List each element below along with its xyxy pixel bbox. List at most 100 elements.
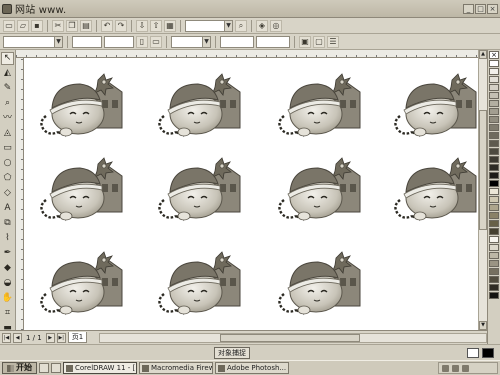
knife-tool-icon[interactable]: ✎ (1, 82, 14, 95)
scroll-down-icon[interactable]: ▼ (479, 321, 487, 330)
palette-swatch[interactable] (489, 284, 499, 291)
current-page-icon[interactable]: ▢ (313, 35, 325, 48)
palette-swatch[interactable] (489, 260, 499, 267)
scroll-thumb[interactable] (220, 333, 361, 342)
nudge-offset-field[interactable] (220, 35, 254, 48)
horizontal-scrollbar[interactable] (99, 332, 487, 343)
save-icon[interactable]: ▪ (31, 19, 43, 32)
maximize-icon[interactable]: □ (475, 3, 486, 14)
santa-hat-character[interactable] (154, 154, 250, 226)
start-button[interactable]: 开始 (2, 362, 37, 374)
zoom-level-combo[interactable]: ▼ (185, 19, 233, 32)
network-icon[interactable] (452, 364, 459, 372)
santa-hat-character[interactable] (274, 70, 370, 142)
santa-hat-character[interactable] (390, 70, 486, 142)
taskbar-task-photoshop[interactable]: Adobe Photosh... (215, 362, 289, 374)
vertical-scrollbar[interactable]: ▲ ▼ (478, 50, 487, 330)
palette-swatch[interactable] (489, 172, 499, 179)
all-pages-icon[interactable]: ▣ (299, 35, 311, 48)
palette-swatch[interactable] (489, 124, 499, 131)
interactive-fill-tool-icon[interactable]: ◒ (1, 277, 14, 290)
palette-swatch[interactable] (489, 220, 499, 227)
palette-swatch[interactable] (489, 76, 499, 83)
shape-tool-icon[interactable]: ◭ (1, 67, 14, 80)
interactive-blend-tool-icon[interactable]: ⧉ (1, 217, 14, 230)
fill-swatch[interactable] (467, 347, 479, 358)
page-tab[interactable]: 页1 (67, 332, 88, 343)
rectangle-tool-icon[interactable]: ▭ (1, 142, 14, 155)
hand-tool-icon[interactable]: ✋ (1, 292, 14, 305)
pick-tool-icon[interactable]: ↖ (1, 52, 14, 65)
last-page-icon[interactable]: ▶| (56, 332, 66, 343)
palette-swatch[interactable] (489, 244, 499, 251)
santa-hat-character[interactable] (154, 248, 250, 320)
page-width-field[interactable] (72, 35, 102, 48)
palette-swatch[interactable] (489, 180, 499, 187)
landscape-icon[interactable]: ▭ (150, 35, 162, 48)
open-folder-icon[interactable]: ▱ (17, 19, 29, 32)
palette-swatch[interactable] (489, 108, 499, 115)
palette-swatch[interactable] (489, 84, 499, 91)
input-method-icon[interactable] (462, 364, 469, 372)
drawing-canvas[interactable] (24, 58, 478, 330)
palette-swatch[interactable] (489, 164, 499, 171)
zoom-icon[interactable]: ⌕ (235, 19, 247, 32)
palette-swatch[interactable] (489, 252, 499, 259)
text-tool-icon[interactable]: A (1, 202, 14, 215)
palette-swatch[interactable] (489, 116, 499, 123)
first-page-icon[interactable]: |◀ (2, 332, 11, 343)
previous-page-icon[interactable]: ◀ (13, 332, 22, 343)
outline-tool-icon[interactable]: ✒ (1, 247, 14, 260)
page-height-field[interactable] (104, 35, 134, 48)
palette-swatch[interactable] (489, 68, 499, 75)
palette-swatch[interactable] (489, 236, 499, 243)
undo-icon[interactable]: ↶ (101, 19, 113, 32)
new-document-icon[interactable]: ▭ (3, 19, 15, 32)
duplicate-offset-field[interactable] (256, 35, 290, 48)
palette-swatch[interactable] (489, 204, 499, 211)
freehand-tool-icon[interactable]: 〰 (1, 112, 14, 125)
palette-swatch[interactable] (489, 100, 499, 107)
scroll-up-icon[interactable]: ▲ (479, 50, 487, 59)
palette-swatch[interactable] (489, 140, 499, 147)
next-page-icon[interactable]: ▶ (45, 332, 55, 343)
paper-type-combo[interactable]: ▼ (3, 35, 63, 48)
taskbar-task-fireworks[interactable]: Macromedia Firew... (139, 362, 213, 374)
minimize-icon[interactable]: _ (463, 3, 474, 14)
redo-icon[interactable]: ↷ (115, 19, 127, 32)
snap-objects-button[interactable]: 对象捕捉 (214, 346, 250, 359)
quick-launch-browser-icon[interactable] (51, 363, 61, 373)
portrait-icon[interactable]: ▯ (136, 35, 148, 48)
basic-shapes-tool-icon[interactable]: ◇ (1, 187, 14, 200)
scroll-thumb[interactable] (479, 110, 487, 230)
palette-swatch[interactable] (489, 268, 499, 275)
close-icon[interactable]: × (487, 3, 498, 14)
palette-swatch[interactable] (489, 188, 499, 195)
santa-hat-character[interactable] (36, 70, 132, 142)
palette-swatch[interactable] (489, 212, 499, 219)
zoom-tool-icon[interactable]: ⌕ (1, 97, 14, 110)
santa-hat-character[interactable] (154, 70, 250, 142)
santa-hat-character[interactable] (36, 248, 132, 320)
palette-swatch[interactable] (489, 276, 499, 283)
santa-hat-character[interactable] (390, 154, 486, 226)
palette-swatch[interactable] (489, 292, 499, 299)
no-color-swatch[interactable]: × (489, 51, 499, 59)
horizontal-ruler[interactable] (16, 50, 478, 58)
santa-hat-character[interactable] (36, 154, 132, 226)
polygon-tool-icon[interactable]: ⬠ (1, 172, 14, 185)
corel-online-icon[interactable]: ◎ (270, 19, 282, 32)
quick-launch-desktop-icon[interactable] (39, 363, 49, 373)
palette-swatch[interactable] (489, 132, 499, 139)
outline-swatch[interactable] (482, 347, 494, 358)
import-icon[interactable]: ⇩ (136, 19, 148, 32)
print-icon[interactable]: ▦ (164, 19, 176, 32)
palette-swatch[interactable] (489, 92, 499, 99)
copy-icon[interactable]: ❐ (66, 19, 78, 32)
crop-tool-icon[interactable]: ⌗ (1, 307, 14, 320)
palette-swatch[interactable] (489, 148, 499, 155)
paste-icon[interactable]: ▤ (80, 19, 92, 32)
export-icon[interactable]: ⇧ (150, 19, 162, 32)
options-icon[interactable]: ☰ (327, 35, 339, 48)
cut-icon[interactable]: ✂ (52, 19, 64, 32)
